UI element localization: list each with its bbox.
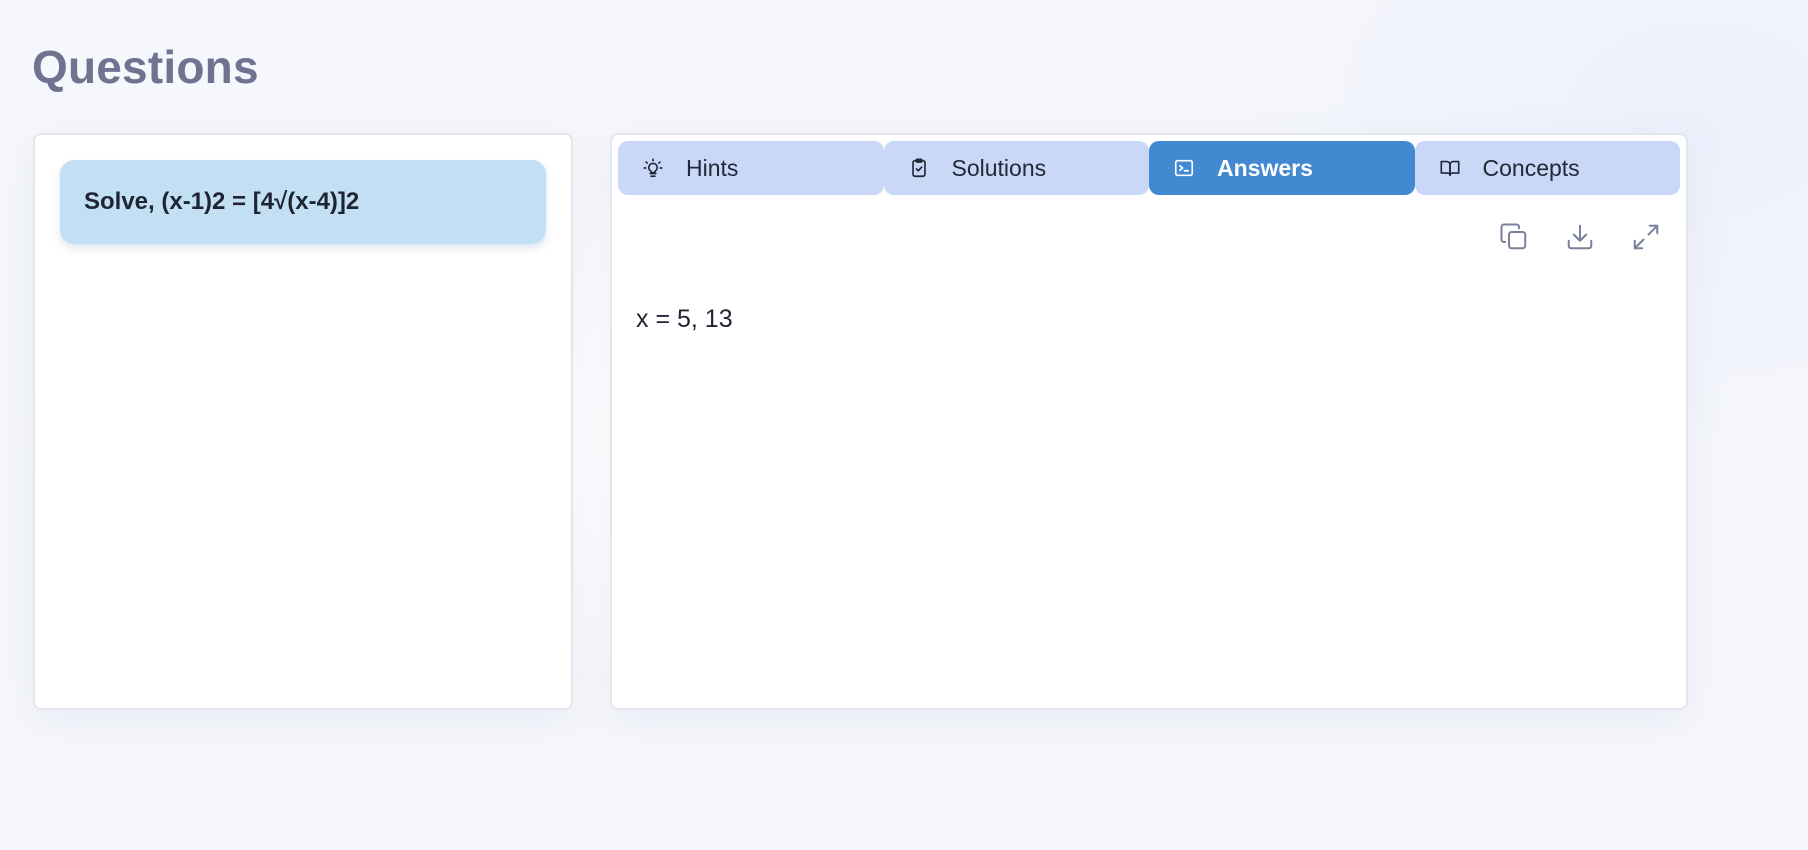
tab-answers[interactable]: Answers [1149, 141, 1415, 195]
questions-panel: Solve, (x-1)2 = [4√(x-4)]2 [33, 133, 573, 710]
tab-concepts[interactable]: Concepts [1414, 141, 1680, 195]
terminal-icon [1173, 157, 1195, 179]
question-text: Solve, (x-1)2 = [4√(x-4)]2 [84, 188, 360, 215]
clipboard-check-icon [908, 157, 930, 179]
tab-hints[interactable]: Hints [618, 141, 884, 195]
tab-solutions-label: Solutions [951, 154, 1047, 181]
expand-icon [1631, 222, 1661, 257]
expand-button[interactable] [1630, 223, 1662, 255]
page-title: Questions [32, 41, 259, 93]
answer-panel: Hints Solutions Answers Concepts x = 5, … [610, 133, 1688, 710]
answer-toolbar [1498, 223, 1662, 255]
download-button[interactable] [1564, 223, 1596, 255]
tab-answers-label: Answers [1217, 154, 1313, 181]
download-icon [1565, 222, 1595, 257]
open-book-icon [1439, 157, 1461, 179]
tab-hints-label: Hints [686, 154, 739, 181]
tab-solutions[interactable]: Solutions [883, 141, 1149, 195]
copy-button[interactable] [1498, 223, 1530, 255]
answer-text: x = 5, 13 [636, 305, 733, 333]
tab-concepts-label: Concepts [1482, 154, 1580, 181]
question-card[interactable]: Solve, (x-1)2 = [4√(x-4)]2 [60, 160, 546, 244]
copy-icon [1499, 222, 1529, 257]
tab-bar: Hints Solutions Answers Concepts [618, 141, 1680, 195]
lightbulb-icon [642, 157, 664, 179]
